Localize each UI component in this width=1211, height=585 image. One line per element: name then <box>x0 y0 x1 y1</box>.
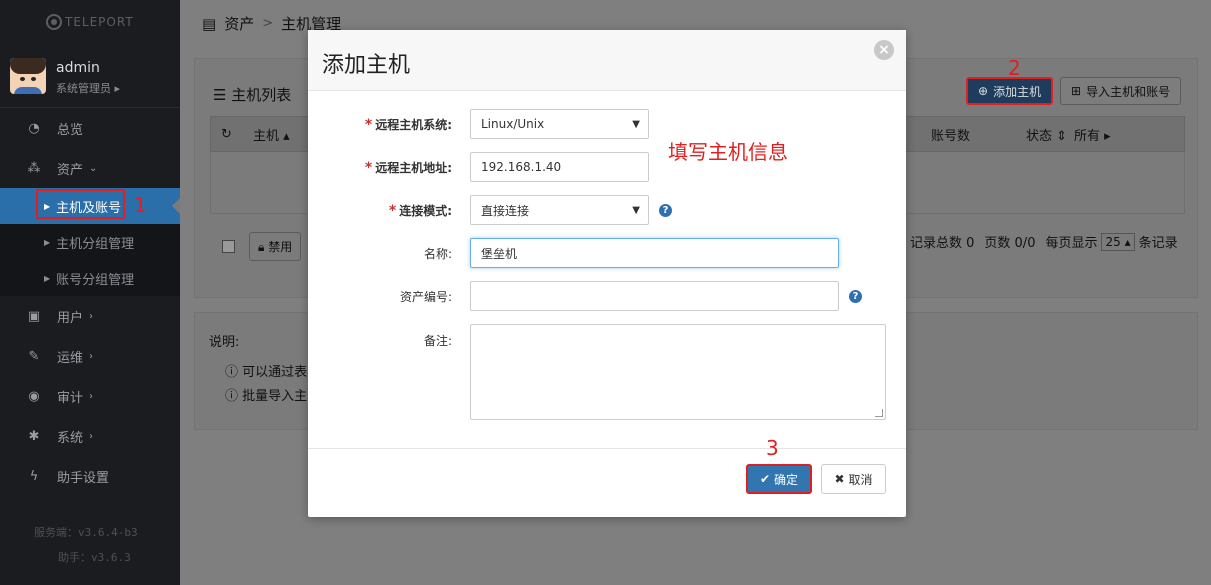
sidebar-item-audit[interactable]: ◉ 审计 › <box>0 376 180 416</box>
caret-right-icon: ▶ <box>44 237 51 247</box>
fill-host-info-annotation: 填写主机信息 <box>668 140 788 164</box>
user-role[interactable]: 系统管理员 ▸ <box>56 80 120 96</box>
mode-label: * 连接模式: <box>388 203 452 219</box>
notes-title: 说明: <box>209 335 240 350</box>
dialog-footer: ✔ 确定 ✖ 取消 <box>308 448 906 517</box>
address-label: * 远程主机地址: <box>364 160 452 176</box>
required-asterisk: * <box>364 117 373 133</box>
remark-textarea[interactable] <box>470 324 886 420</box>
asset-no-input[interactable] <box>470 281 839 311</box>
dialog-header: 添加主机 × <box>308 30 906 91</box>
form-row-name: 名称: 堡垒机 <box>308 238 906 268</box>
breadcrumb-section[interactable]: 资产 <box>224 13 254 34</box>
logo-text: TELEPORT <box>65 15 134 29</box>
sidebar-item-assets[interactable]: ⁂ 资产 ⌄ <box>0 148 180 188</box>
import-hosts-button[interactable]: ⊞ 导入主机和账号 <box>1060 77 1182 105</box>
chevron-down-icon: ▼ <box>632 119 640 130</box>
column-accounts[interactable]: 账号数 <box>931 125 970 144</box>
step-1-number: 1 <box>134 193 147 217</box>
sidebar-item-ops[interactable]: ✎ 运维 › <box>0 336 180 376</box>
add-host-dialog: 添加主机 × * 远程主机系统: Linux/Unix ▼ * 远程主机地址: 19… <box>308 30 906 517</box>
logo-icon <box>46 14 62 30</box>
close-icon: ✖ <box>834 472 845 486</box>
sidebar-item-users[interactable]: ▣ 用户 › <box>0 296 180 336</box>
close-icon[interactable]: × <box>874 40 894 60</box>
avatar <box>10 58 46 94</box>
column-host[interactable]: 主机 ▴ <box>253 125 290 144</box>
caret-right-icon: ▶ <box>44 273 51 283</box>
add-host-button[interactable]: ⊕ 添加主机 <box>966 77 1054 105</box>
lock-icon: 🔒︎ <box>258 240 265 254</box>
user-name: admin <box>56 60 100 76</box>
eye-icon: ◉ <box>28 388 40 404</box>
step-1-highlight <box>36 189 125 219</box>
helper-version: 助手：v3.6.3 <box>58 551 131 564</box>
step-3-number: 3 <box>766 436 779 460</box>
breadcrumb-separator: > <box>262 16 274 31</box>
address-input[interactable]: 192.168.1.40 <box>470 152 649 182</box>
refresh-icon[interactable]: ↻ <box>221 127 247 142</box>
sidebar: TELEPORT admin 系统管理员 ▸ ◔ 总览 ⁂ 资产 ⌄ ▶ 主机及… <box>0 0 180 585</box>
sidebar-item-overview[interactable]: ◔ 总览 <box>0 108 180 148</box>
help-icon[interactable]: ? <box>849 290 862 303</box>
user-box[interactable]: admin 系统管理员 ▸ <box>0 46 180 108</box>
name-label: 名称: <box>423 247 452 261</box>
asset-no-label: 资产编号: <box>399 290 452 304</box>
form-row-mode: * 连接模式: 直接连接 ▼ ? <box>308 195 906 225</box>
per-page-select[interactable]: 25 ▴ <box>1101 232 1135 251</box>
check-icon: ✔ <box>759 472 771 486</box>
app-logo: TELEPORT <box>46 12 134 32</box>
form-row-asset-no: 资产编号: ? <box>308 281 906 311</box>
sidebar-item-system[interactable]: ✱ 系统 › <box>0 416 180 456</box>
chevron-down-icon: ⌄ <box>89 162 98 174</box>
bolt-icon: ϟ <box>29 468 39 484</box>
info-icon: ⓘ <box>225 365 239 380</box>
column-status[interactable]: 状态 ⇕ <box>1026 125 1067 144</box>
list-icon: ☰ <box>213 86 227 104</box>
dialog-title: 添加主机 <box>322 53 411 78</box>
required-asterisk: * <box>364 160 373 176</box>
chevron-right-icon: › <box>89 350 94 362</box>
plus-circle-icon: ⊕ <box>978 84 989 98</box>
column-filter-all[interactable]: 所有 ▸ <box>1074 125 1111 144</box>
name-input[interactable]: 堡垒机 <box>470 238 839 268</box>
chevron-right-icon: › <box>89 310 94 322</box>
user-icon: ▣ <box>27 308 41 324</box>
chevron-right-icon: › <box>89 390 94 402</box>
form-row-os: * 远程主机系统: Linux/Unix ▼ <box>308 109 906 139</box>
dashboard-icon: ◔ <box>28 120 40 136</box>
sidebar-item-helper-settings[interactable]: ϟ 助手设置 <box>0 456 180 496</box>
sidebar-item-host-groups[interactable]: ▶ 主机分组管理 <box>0 224 180 260</box>
cancel-button[interactable]: ✖ 取消 <box>821 464 886 494</box>
table-footer-left: 🔒︎ 禁用 <box>222 232 302 261</box>
os-label: * 远程主机系统: <box>364 117 452 133</box>
resize-handle[interactable] <box>875 409 883 417</box>
os-select[interactable]: Linux/Unix ▼ <box>470 109 649 139</box>
note-line: ⓘ 可以通过表 <box>225 365 308 380</box>
plus-square-icon: ⊞ <box>1071 84 1082 98</box>
sidebar-nav: ◔ 总览 ⁂ 资产 ⌄ ▶ 主机及账号 ▶ 主机分组管理 ▶ 账号分组管理 ▣ … <box>0 108 180 496</box>
pagination-info: 记录总数 0 页数 0/0 每页显示 25 ▴ 条记录 <box>910 232 1178 251</box>
form-row-address: * 远程主机地址: 192.168.1.40 <box>308 152 906 182</box>
select-all-checkbox[interactable] <box>222 240 235 253</box>
chevron-right-icon: › <box>89 430 94 442</box>
help-icon[interactable]: ? <box>659 204 672 217</box>
sidebar-item-account-groups[interactable]: ▶ 账号分组管理 <box>0 260 180 296</box>
gear-icon: ✱ <box>28 428 40 444</box>
disable-button[interactable]: 🔒︎ 禁用 <box>249 232 302 261</box>
required-asterisk: * <box>388 203 397 219</box>
server-version: 服务端：v3.6.4-b3 <box>34 526 138 539</box>
wrench-icon: ✎ <box>28 348 40 364</box>
info-icon: ⓘ <box>225 389 239 404</box>
mode-select[interactable]: 直接连接 ▼ <box>470 195 649 225</box>
sitemap-icon: ⁂ <box>27 160 41 176</box>
server-icon: ▤ <box>202 14 217 33</box>
form-row-remark: 备注: <box>308 324 906 420</box>
step-2-number: 2 <box>1008 56 1021 80</box>
chevron-down-icon: ▼ <box>632 205 640 216</box>
note-line: ⓘ 批量导入主 <box>225 389 308 404</box>
remark-label: 备注: <box>423 334 452 348</box>
confirm-button[interactable]: ✔ 确定 <box>746 464 812 494</box>
host-list-title: ☰ 主机列表 <box>213 86 292 104</box>
